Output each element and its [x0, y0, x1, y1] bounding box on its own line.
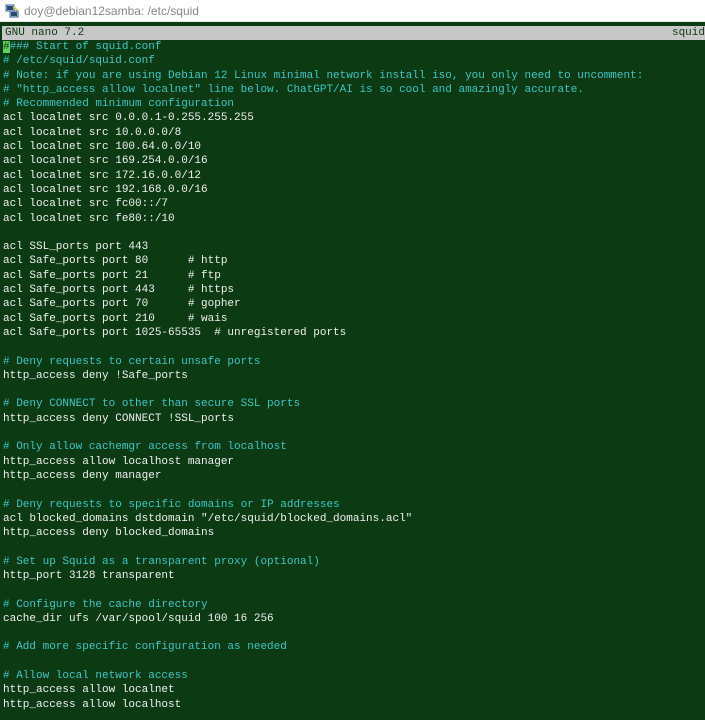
editor-line: acl Safe_ports port 70 # gopher: [3, 298, 241, 311]
editor-line: # Recommended minimum configuration: [3, 98, 235, 111]
editor-line: acl Safe_ports port 1025-65535 # unregis…: [3, 326, 347, 339]
terminal-area[interactable]: GNU nano 7.2 squid #### Start of squid.c…: [0, 22, 705, 720]
editor-line: acl localnet src 172.16.0.0/12: [3, 169, 202, 182]
editor-line: http_access deny manager: [3, 469, 162, 482]
editor-line: #### Start of squid.conf: [3, 40, 705, 54]
editor-line: # Configure the cache directory: [3, 598, 208, 611]
editor-line: acl Safe_ports port 443 # https: [3, 284, 235, 297]
text-cursor: #: [3, 41, 10, 53]
nano-title-bar: GNU nano 7.2 squid: [2, 26, 705, 40]
editor-line: http_access deny CONNECT !SSL_ports: [3, 412, 235, 425]
editor-buffer[interactable]: #### Start of squid.conf # /etc/squid/sq…: [3, 40, 705, 712]
editor-line: cache_dir ufs /var/spool/squid 100 16 25…: [3, 612, 274, 625]
editor-line: acl Safe_ports port 210 # wais: [3, 312, 228, 325]
editor-line: http_access allow localnet: [3, 684, 175, 697]
editor-line: # Set up Squid as a transparent proxy (o…: [3, 555, 320, 568]
editor-line: # Allow local network access: [3, 670, 188, 683]
editor-line: acl localnet src fe80::/10: [3, 212, 175, 225]
editor-line-text: ### Start of squid.conf: [9, 41, 162, 53]
editor-line: acl localnet src 10.0.0.0/8: [3, 126, 182, 139]
putty-terminal-icon: [5, 4, 19, 17]
editor-line: # Deny requests to certain unsafe ports: [3, 355, 261, 368]
editor-line: # /etc/squid/squid.conf: [3, 55, 155, 68]
editor-line: acl localnet src 169.254.0.0/16: [3, 155, 208, 168]
editor-line: http_access deny !Safe_ports: [3, 369, 188, 382]
nano-version: GNU nano 7.2: [5, 27, 85, 39]
editor-line: http_access allow localhost: [3, 698, 182, 711]
nano-filename: squid: [671, 27, 705, 39]
editor-line: acl Safe_ports port 21 # ftp: [3, 269, 221, 282]
editor-line: # "http_access allow localnet" line belo…: [3, 83, 584, 96]
editor-line: http_access allow localhost manager: [3, 455, 235, 468]
editor-line: # Deny requests to specific domains or I…: [3, 498, 340, 511]
editor-line: # Only allow cachemgr access from localh…: [3, 441, 287, 454]
editor-line: acl localnet src 100.64.0.0/10: [3, 141, 202, 154]
editor-line: acl localnet src 192.168.0.0/16: [3, 183, 208, 196]
editor-line: # Add more specific configuration as nee…: [3, 641, 287, 654]
editor-line: http_access deny blocked_domains: [3, 527, 215, 540]
editor-line: acl blocked_domains dstdomain "/etc/squi…: [3, 512, 413, 525]
editor-line: acl Safe_ports port 80 # http: [3, 255, 228, 268]
window-titlebar[interactable]: doy@debian12samba: /etc/squid: [0, 0, 705, 22]
window-title: doy@debian12samba: /etc/squid: [24, 3, 199, 18]
editor-line: acl SSL_ports port 443: [3, 241, 149, 254]
editor-line: # Deny CONNECT to other than secure SSL …: [3, 398, 301, 411]
editor-line: # Note: if you are using Debian 12 Linux…: [3, 69, 644, 82]
editor-line: acl localnet src 0.0.0.1-0.255.255.255: [3, 112, 254, 125]
editor-line: acl localnet src fc00::/7: [3, 198, 169, 211]
editor-line: http_port 3128 transparent: [3, 569, 175, 582]
